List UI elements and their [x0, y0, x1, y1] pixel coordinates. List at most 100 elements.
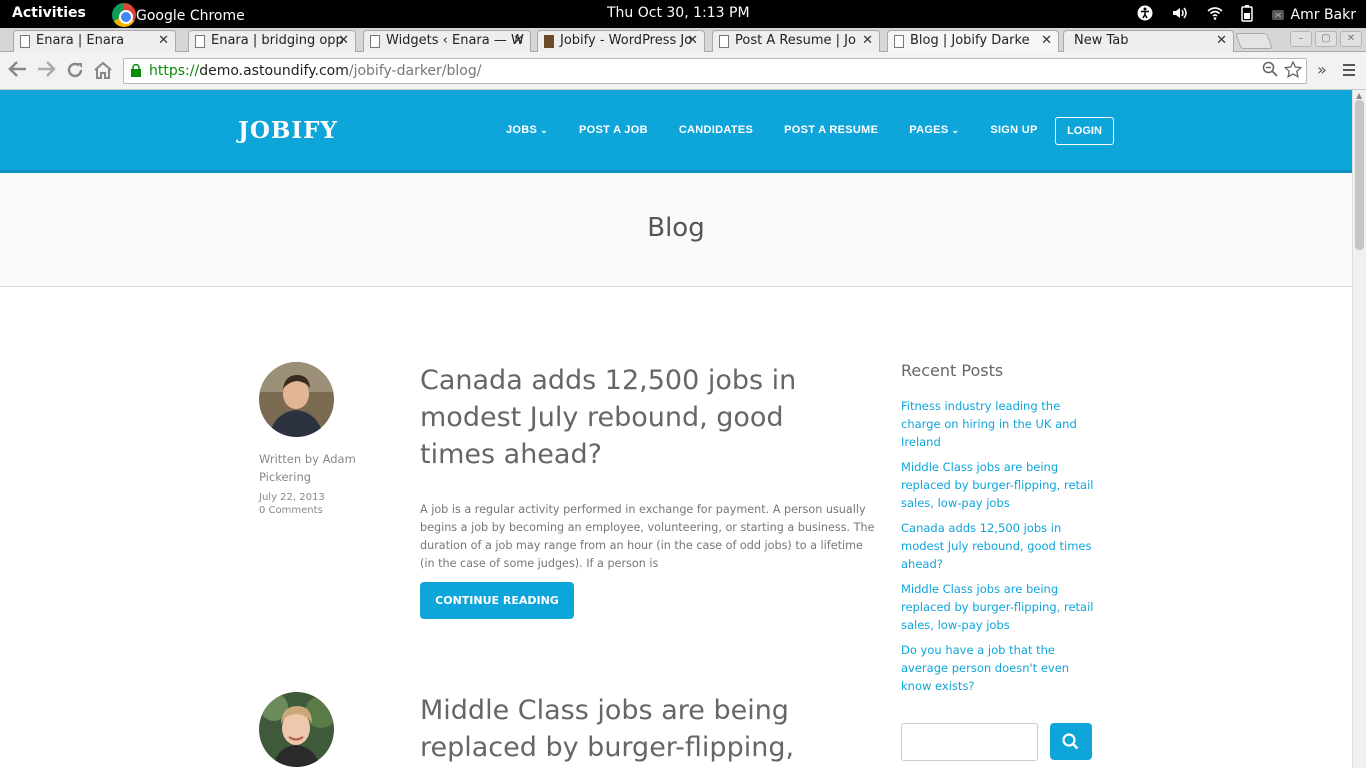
close-icon[interactable]: ✕ — [1216, 33, 1227, 48]
author-avatar[interactable] — [259, 362, 334, 437]
author-avatar[interactable] — [259, 692, 334, 767]
chrome-menu-icon[interactable] — [1342, 62, 1356, 81]
lock-icon — [131, 64, 141, 77]
user-menu[interactable]: Amr Bakr — [1271, 7, 1356, 23]
scrollbar-thumb[interactable] — [1355, 100, 1364, 250]
close-window-icon[interactable]: ✕ — [1340, 31, 1362, 47]
tab-title: Enara | bridging opp — [211, 33, 344, 48]
user-status-icon — [1271, 10, 1284, 20]
post-meta: Written by Adam Pickering July 22, 2013 … — [259, 450, 379, 516]
post-excerpt: A job is a regular activity performed in… — [420, 503, 875, 570]
tab-title: Blog | Jobify Darke — [910, 33, 1030, 48]
back-icon[interactable] — [8, 60, 28, 83]
tab-enara-bridging[interactable]: Enara | bridging opp ✕ — [188, 30, 356, 52]
app-name: Google Chrome — [136, 8, 245, 24]
browser-tab-strip: Enara | Enara ✕ Enara | bridging opp ✕ W… — [0, 28, 1366, 52]
tab-title: Post A Resume | Jo — [735, 33, 856, 48]
post-author[interactable]: Written by Adam Pickering — [259, 450, 379, 486]
post-date: July 22, 2013 — [259, 492, 325, 503]
page-title-band: Blog — [0, 173, 1352, 287]
blog-post: Written by Adam Pickering July 22, 2013 … — [259, 362, 879, 632]
continue-reading-button[interactable]: CONTINUE READING — [420, 582, 574, 619]
bookmark-star-icon[interactable] — [1283, 60, 1303, 82]
nav-sign-up[interactable]: SIGN UP — [990, 124, 1037, 136]
page-scrollbar[interactable]: ▲ — [1352, 90, 1366, 768]
system-top-bar: Activities Google Chrome Thu Oct 30, 1:1… — [0, 0, 1366, 28]
system-tray: Amr Bakr — [1137, 4, 1356, 26]
home-icon[interactable] — [93, 60, 113, 85]
nav-pages[interactable]: PAGES ⌄ — [909, 124, 959, 136]
close-icon[interactable]: ✕ — [158, 33, 169, 48]
tab-widgets[interactable]: Widgets ‹ Enara — W ✕ — [363, 30, 531, 52]
recent-post-link[interactable]: Middle Class jobs are being replaced by … — [901, 458, 1095, 512]
nav-post-a-resume[interactable]: POST A RESUME — [784, 124, 878, 136]
recent-post-link[interactable]: Fitness industry leading the charge on h… — [901, 397, 1095, 451]
search-icon — [1062, 733, 1079, 750]
tab-post-resume[interactable]: Post A Resume | Jo ✕ — [712, 30, 880, 52]
main-nav: JOBS ⌄ POST A JOB CANDIDATES POST A RESUM… — [506, 124, 1069, 136]
app-menu[interactable]: Google Chrome — [112, 3, 245, 27]
recent-post-link[interactable]: Canada adds 12,500 jobs in modest July r… — [901, 519, 1095, 573]
browser-toolbar: https://demo.astoundify.com/jobify-darke… — [0, 52, 1366, 90]
tab-title: New Tab — [1074, 33, 1129, 48]
close-icon[interactable]: ✕ — [1041, 33, 1052, 48]
recent-post-link[interactable]: Middle Class jobs are being replaced by … — [901, 580, 1095, 634]
page-title: Blog — [647, 213, 705, 243]
site-header: JOBIFY JOBS ⌄ POST A JOB CANDIDATES POST … — [0, 90, 1352, 173]
post-title[interactable]: Canada adds 12,500 jobs in modest July r… — [420, 362, 860, 473]
accessibility-icon[interactable] — [1137, 5, 1153, 25]
page-icon — [370, 35, 380, 48]
chevron-down-icon: ⌄ — [951, 125, 960, 135]
post-title[interactable]: Middle Class jobs are being replaced by … — [420, 692, 840, 766]
tab-blog-active[interactable]: Blog | Jobify Darke ✕ — [887, 30, 1059, 52]
new-tab-button[interactable] — [1235, 33, 1273, 49]
sidebar: Recent Posts Fitness industry leading th… — [901, 361, 1101, 702]
tab-jobify-wordpress[interactable]: Jobify - WordPress Jo ✕ — [537, 30, 705, 52]
scroll-up-icon[interactable]: ▲ — [1356, 91, 1362, 100]
login-button[interactable]: LOGIN — [1055, 117, 1114, 145]
volume-icon[interactable] — [1171, 5, 1189, 25]
tab-title: Widgets ‹ Enara — W — [386, 33, 524, 48]
chevron-down-icon: ⌄ — [540, 125, 548, 135]
blog-post: Middle Class jobs are being replaced by … — [259, 692, 879, 768]
page-icon — [20, 35, 30, 48]
activities-button[interactable]: Activities — [12, 5, 86, 21]
site-logo[interactable]: JOBIFY — [238, 117, 338, 144]
post-comments[interactable]: 0 Comments — [259, 505, 379, 516]
minimize-icon[interactable]: – — [1290, 31, 1312, 47]
nav-post-a-job[interactable]: POST A JOB — [579, 124, 648, 136]
jobify-favicon-icon — [544, 35, 554, 48]
tab-new-tab[interactable]: New Tab ✕ — [1063, 30, 1234, 52]
zoom-icon[interactable] — [1262, 61, 1278, 82]
chrome-icon — [112, 3, 136, 27]
nav-candidates[interactable]: CANDIDATES — [679, 124, 753, 136]
nav-label: JOBS — [506, 124, 538, 136]
page-viewport: JOBIFY JOBS ⌄ POST A JOB CANDIDATES POST … — [0, 90, 1352, 768]
tab-enara[interactable]: Enara | Enara ✕ — [13, 30, 176, 52]
user-name: Amr Bakr — [1290, 7, 1356, 23]
tab-title: Jobify - WordPress Jo — [560, 33, 693, 48]
nav-label: PAGES — [909, 124, 949, 136]
close-icon[interactable]: ✕ — [338, 33, 349, 48]
sidebar-search-input[interactable] — [901, 723, 1038, 761]
url-host: demo.astoundify.com — [199, 63, 349, 79]
sidebar-search-button[interactable] — [1050, 723, 1092, 760]
forward-icon[interactable] — [36, 60, 56, 83]
address-bar[interactable]: https://demo.astoundify.com/jobify-darke… — [123, 58, 1307, 84]
url-scheme: https:// — [149, 63, 200, 79]
maximize-icon[interactable]: ▢ — [1315, 31, 1337, 47]
reload-icon[interactable] — [65, 60, 85, 85]
page-icon — [719, 35, 729, 48]
wifi-icon[interactable] — [1207, 5, 1223, 25]
close-icon[interactable]: ✕ — [687, 33, 698, 48]
close-icon[interactable]: ✕ — [862, 33, 873, 48]
nav-jobs[interactable]: JOBS ⌄ — [506, 124, 548, 136]
url-path: /jobify-darker/blog/ — [348, 63, 482, 79]
close-icon[interactable]: ✕ — [513, 33, 524, 48]
window-controls: – ▢ ✕ — [1290, 31, 1362, 47]
extensions-overflow-icon[interactable]: » — [1317, 60, 1327, 79]
recent-post-link[interactable]: Do you have a job that the average perso… — [901, 641, 1095, 695]
tab-title: Enara | Enara — [36, 33, 125, 48]
battery-icon[interactable] — [1240, 4, 1253, 26]
clock[interactable]: Thu Oct 30, 1:13 PM — [607, 5, 750, 21]
